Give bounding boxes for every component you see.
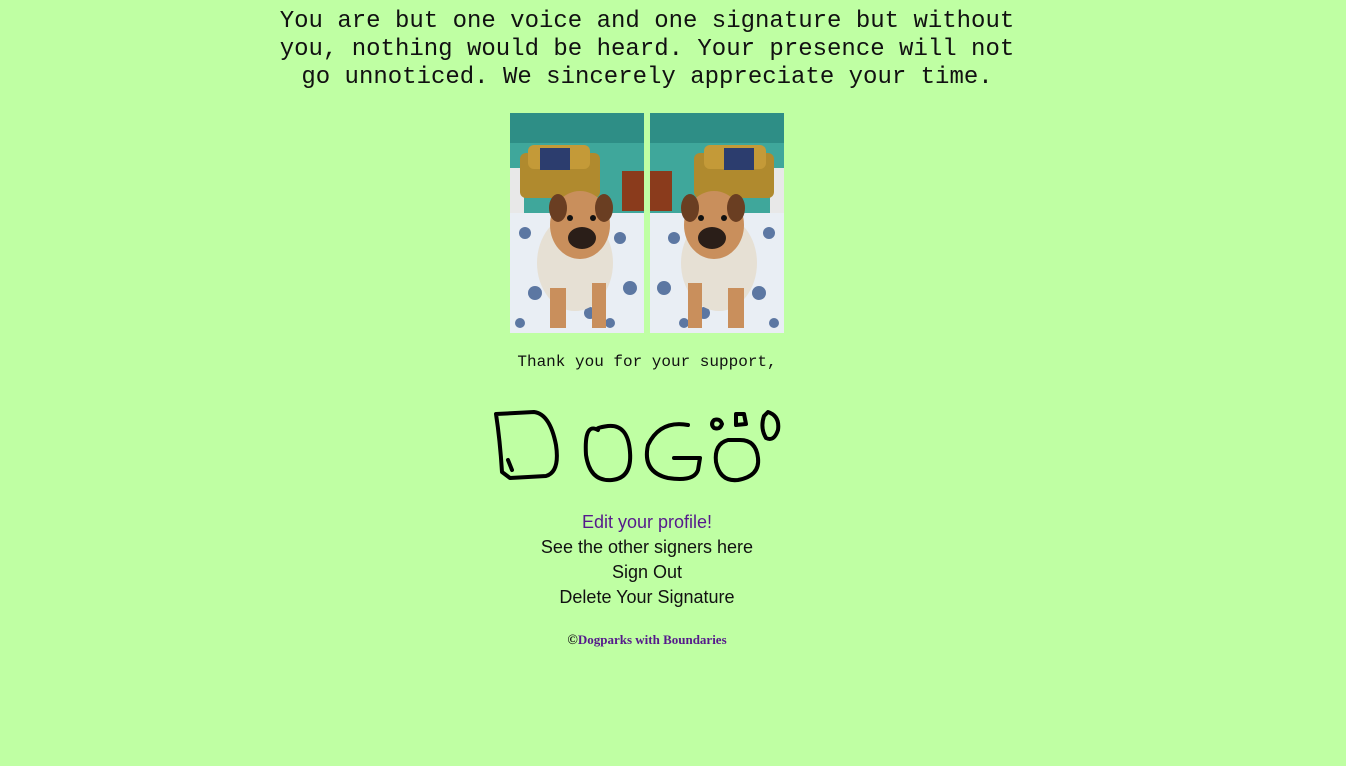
thank-you-message: You are but one voice and one signature … [0,8,1294,92]
dog-photo-left [510,113,644,333]
sign-out-link[interactable]: Sign Out [0,560,1294,585]
message-line-3: go unnoticed. We sincerely appreciate yo… [301,64,993,91]
thanks-text: Thank you for your support, [517,353,777,371]
profile-links: Edit your profile! See the other signers… [0,510,1294,610]
org-name-link[interactable]: Dogparks with Boundaries [578,632,727,647]
copyright-symbol: © [567,633,578,648]
dog-photo-right [650,113,784,333]
edit-profile-link[interactable]: Edit your profile! [0,510,1294,535]
see-signers-link[interactable]: See the other signers here [0,535,1294,560]
page: You are but one voice and one signature … [0,0,1346,766]
footer: ©Dogparks with Boundaries [0,632,1294,649]
message-line-2: you, nothing would be heard. Your presen… [279,36,1015,63]
delete-signature-link[interactable]: Delete Your Signature [0,585,1294,610]
message-line-1: You are but one voice and one signature … [279,8,1015,35]
signature-drawing [494,410,781,483]
